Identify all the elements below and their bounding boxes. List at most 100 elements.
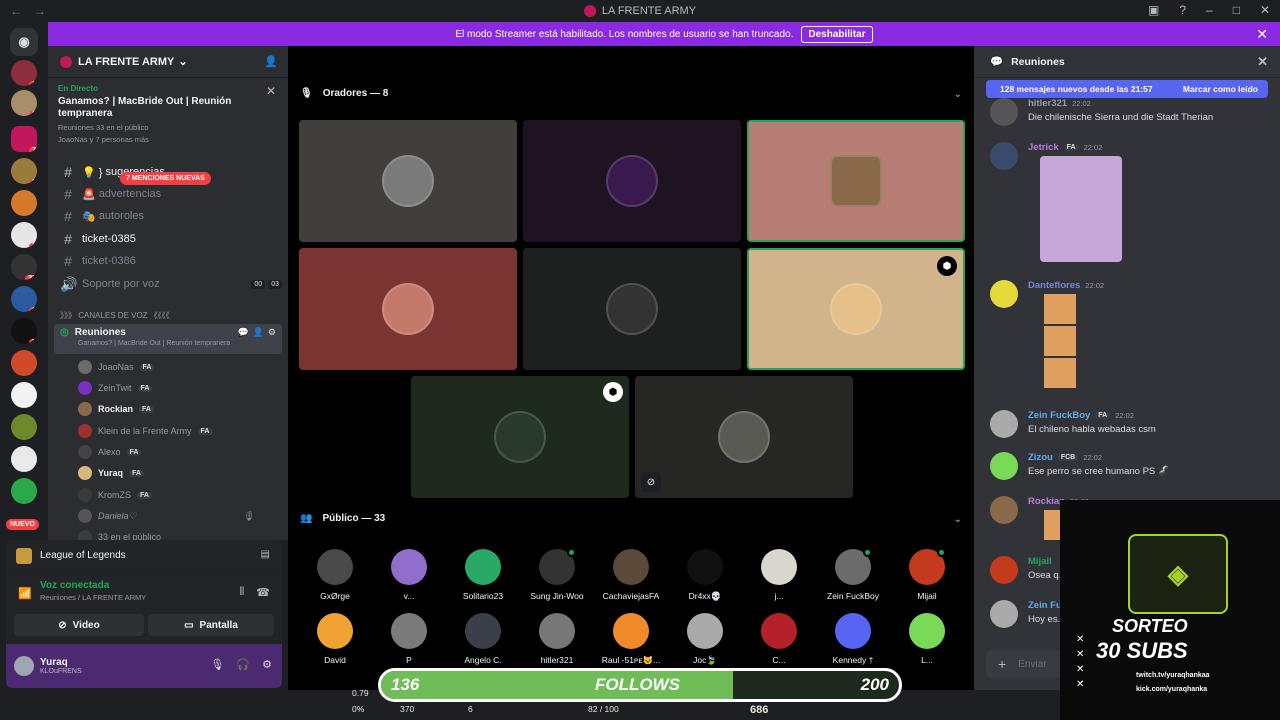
speaker-tile-speaking[interactable]: [747, 120, 965, 242]
avatar[interactable]: [990, 142, 1018, 170]
speaker-tile[interactable]: ⬢: [411, 376, 629, 498]
video-button[interactable]: ⊘ Video: [14, 614, 144, 636]
activity-game[interactable]: League of Legends ▤: [6, 540, 282, 572]
channel-autoroles[interactable]: # 🎭 autoroles: [56, 206, 282, 226]
server-icon[interactable]: 7: [11, 318, 37, 344]
server-icon[interactable]: [11, 446, 37, 472]
speaker-tile[interactable]: [523, 248, 741, 370]
audience-member[interactable]: C...: [744, 613, 814, 665]
audience-member[interactable]: Joc🍃: [670, 613, 740, 666]
speaker-tile[interactable]: [299, 120, 517, 242]
new-messages-bar[interactable]: 128 mensajes nuevos desde las 21:57 Marc…: [986, 80, 1268, 98]
message-author[interactable]: Danteflores: [1028, 280, 1080, 291]
audience-member[interactable]: Kennedy †: [818, 613, 888, 665]
message-author[interactable]: Zein FuckBoy: [1028, 410, 1090, 421]
close-icon[interactable]: ✕: [1257, 54, 1268, 70]
audience-header[interactable]: 👥 Público — 33: [300, 513, 385, 524]
voice-category-header[interactable]: 》》》 CANALES DE VOZ 《《《《: [60, 310, 170, 321]
chat-icon[interactable]: 💬: [237, 327, 248, 338]
server-icon-active[interactable]: 7: [11, 126, 37, 152]
audience-member[interactable]: Zein FuckBoy: [818, 548, 888, 601]
discord-home-icon[interactable]: ◉: [10, 28, 38, 56]
voice-user[interactable]: KromZS FA: [78, 486, 152, 504]
avatar[interactable]: [990, 496, 1018, 524]
maximize-icon[interactable]: □: [1233, 3, 1240, 17]
voice-user[interactable]: Rockian FA: [78, 400, 154, 418]
mark-read-button[interactable]: Marcar como leído: [1183, 84, 1258, 94]
activity-settings-icon[interactable]: ▤: [261, 549, 270, 560]
voice-user[interactable]: Yuraq FA: [78, 464, 144, 482]
message-author[interactable]: Zizou: [1028, 452, 1053, 463]
audience-member[interactable]: v...: [374, 549, 444, 601]
audience-member[interactable]: David: [300, 613, 370, 665]
close-icon[interactable]: ✕: [266, 84, 276, 98]
voice-user[interactable]: Klein de la Frente Army FA: [78, 422, 213, 440]
avatar[interactable]: [990, 556, 1018, 584]
audience-member[interactable]: Mijail: [892, 548, 962, 601]
server-icon[interactable]: [11, 414, 37, 440]
server-icon[interactable]: [11, 478, 37, 504]
avatar[interactable]: [990, 98, 1018, 126]
server-icon[interactable]: 2: [11, 286, 37, 312]
message-author[interactable]: hitler321: [1028, 98, 1067, 109]
audience-member[interactable]: Angelo C.: [448, 613, 518, 665]
inbox-icon[interactable]: ▣: [1148, 3, 1159, 17]
server-icon[interactable]: [11, 190, 37, 216]
voice-channel-reuniones[interactable]: ◎ Reuniones Ganamos? | MacBride Out | Reu…: [54, 324, 282, 354]
speaker-tile-speaking[interactable]: ⬢: [747, 248, 965, 370]
chevron-down-icon[interactable]: ⌄: [954, 89, 962, 100]
audience-member[interactable]: hitler321: [522, 613, 592, 665]
audience-member[interactable]: GxØrge: [300, 549, 370, 601]
voice-user[interactable]: ZeinTwit FA: [78, 379, 153, 397]
soundboard-icon[interactable]: ⦀: [239, 586, 244, 599]
channel-ticket-0386[interactable]: # ticket-0386: [56, 251, 282, 271]
screen-share-button[interactable]: ▭ Pantalla: [148, 614, 274, 636]
help-icon[interactable]: ?: [1179, 3, 1186, 17]
image-attachment[interactable]: [1040, 156, 1122, 262]
add-attachment-icon[interactable]: +: [998, 656, 1006, 672]
server-icon[interactable]: 1: [11, 60, 37, 86]
forward-arrow-icon[interactable]: →: [34, 4, 46, 18]
server-icon[interactable]: [11, 382, 37, 408]
server-icon[interactable]: 2: [11, 90, 37, 116]
emoji-sticker[interactable]: [1044, 326, 1076, 356]
add-member-icon[interactable]: 👤: [253, 327, 264, 338]
chevron-down-icon[interactable]: ⌄: [954, 514, 962, 525]
close-banner-icon[interactable]: ✕: [1256, 26, 1268, 43]
audience-member[interactable]: Solitario23: [448, 549, 518, 601]
server-icon[interactable]: 33: [11, 254, 37, 280]
audience-member[interactable]: Raul -51ᴘᴇ😺...: [596, 613, 666, 666]
avatar[interactable]: [990, 410, 1018, 438]
voice-user[interactable]: Alexo FA: [78, 443, 142, 461]
gear-icon[interactable]: ⚙: [262, 658, 272, 671]
close-window-icon[interactable]: ✕: [1260, 3, 1270, 17]
emoji-sticker[interactable]: [1044, 294, 1076, 324]
audience-member[interactable]: CachaviejasFA: [596, 549, 666, 601]
message-author[interactable]: Mijail: [1028, 556, 1052, 567]
channel-advertencias[interactable]: # 🚨 advertencias: [56, 184, 282, 204]
disconnect-icon[interactable]: ☎: [256, 586, 270, 599]
server-icon[interactable]: 2: [11, 222, 37, 248]
back-arrow-icon[interactable]: ←: [10, 4, 22, 18]
channel-ticket-0385[interactable]: # ticket-0385: [56, 229, 282, 249]
signal-icon[interactable]: 📶: [18, 587, 32, 600]
emoji-sticker[interactable]: [1044, 358, 1076, 388]
microphone-icon[interactable]: 🎙: [210, 658, 224, 671]
minimize-icon[interactable]: –: [1206, 3, 1213, 17]
avatar[interactable]: [990, 280, 1018, 308]
avatar[interactable]: [14, 656, 34, 676]
audience-member[interactable]: P: [374, 613, 444, 665]
voice-user[interactable]: JoaoNas FA: [78, 358, 155, 376]
audience-member[interactable]: j...: [744, 549, 814, 601]
speaker-tile[interactable]: [523, 120, 741, 242]
server-header[interactable]: LA FRENTE ARMY ⌄ 👤: [48, 46, 288, 78]
avatar[interactable]: [990, 452, 1018, 480]
channel-soporte-voz[interactable]: 🔊 Soporte por voz 00 03: [56, 274, 282, 294]
gear-icon[interactable]: ⚙: [268, 327, 276, 338]
audience-member[interactable]: Sung Jin-Woo: [522, 548, 592, 601]
speakers-header[interactable]: 🎙 Oradores — 8: [300, 88, 388, 99]
live-event-card[interactable]: En Directo Ganamos? | MacBride Out | Reu…: [54, 80, 282, 160]
avatar[interactable]: [990, 600, 1018, 628]
message-author[interactable]: Jetrick: [1028, 142, 1059, 153]
audience-member[interactable]: L...: [892, 613, 962, 665]
